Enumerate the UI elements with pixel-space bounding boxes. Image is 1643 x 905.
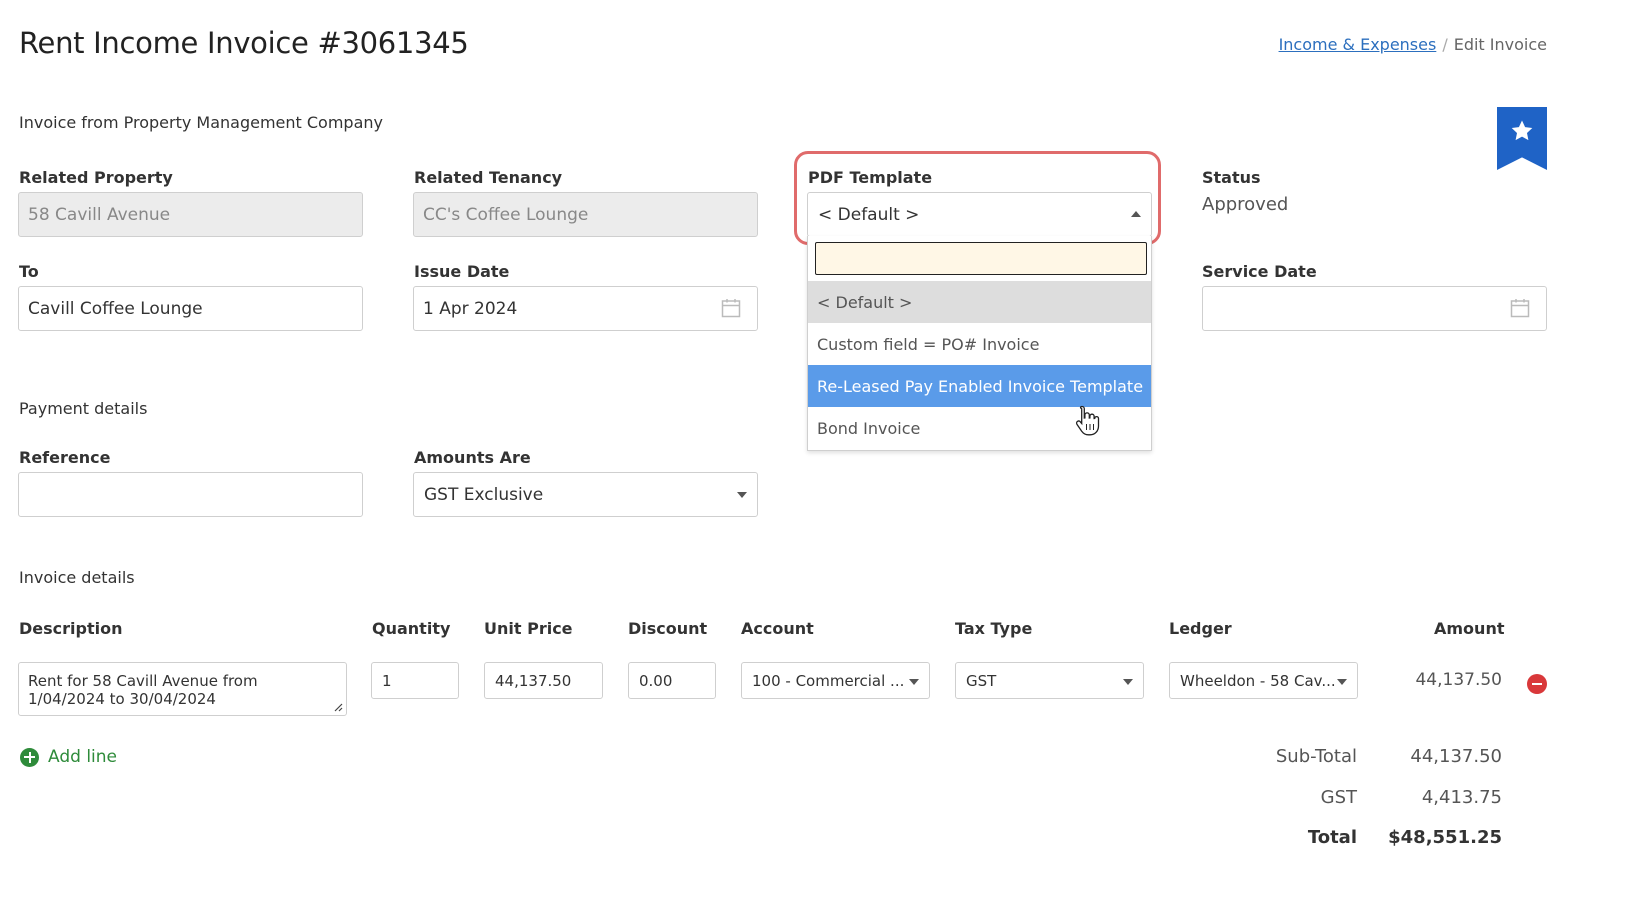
invoice-details-heading: Invoice details: [19, 568, 135, 587]
column-header-account: Account: [741, 619, 814, 638]
line-tax-type-select[interactable]: GST: [955, 662, 1144, 699]
payment-details-heading: Payment details: [19, 399, 148, 418]
pdf-template-search-input[interactable]: [815, 242, 1147, 275]
invoice-from-heading: Invoice from Property Management Company: [19, 113, 383, 132]
status-value: Approved: [1202, 194, 1289, 215]
add-line-label: Add line: [48, 747, 117, 767]
line-quantity-input[interactable]: 1: [371, 662, 459, 699]
issue-date-label: Issue Date: [414, 262, 510, 281]
line-tax-type-value: GST: [966, 671, 997, 690]
gst-value: 4,413.75: [1421, 787, 1502, 808]
hand-cursor-icon: [1075, 405, 1100, 436]
breadcrumb: Income & Expenses / Edit Invoice: [1279, 35, 1547, 54]
sub-total-label: Sub-Total: [1275, 746, 1357, 767]
breadcrumb-separator: /: [1442, 35, 1448, 54]
total-label: Total: [1307, 827, 1357, 848]
column-header-amount: Amount: [1434, 619, 1505, 638]
issue-date-field[interactable]: 1 Apr 2024: [413, 286, 758, 331]
total-value: $48,551.25: [1388, 827, 1502, 848]
related-tenancy-label: Related Tenancy: [414, 168, 563, 187]
sub-total-value: 44,137.50: [1410, 746, 1502, 767]
status-label: Status: [1202, 168, 1261, 187]
pdf-template-highlight: [794, 151, 1161, 245]
amounts-are-label: Amounts Are: [414, 448, 531, 467]
line-account-select[interactable]: 100 - Commercial ...: [741, 662, 930, 699]
pdf-template-option-custom-field[interactable]: Custom field = PO# Invoice: [808, 323, 1151, 365]
pdf-template-option-default[interactable]: < Default >: [808, 281, 1151, 323]
line-account-value: 100 - Commercial ...: [752, 671, 905, 690]
calendar-icon[interactable]: [721, 298, 741, 318]
remove-line-icon[interactable]: [1527, 674, 1547, 694]
line-description-textarea[interactable]: Rent for 58 Cavill Avenue from 1/04/2024…: [18, 662, 347, 716]
resize-handle-icon[interactable]: [333, 702, 343, 712]
chevron-down-icon: [1123, 679, 1133, 685]
amounts-are-value: GST Exclusive: [424, 484, 544, 505]
line-ledger-value: Wheeldon - 58 Cav...: [1180, 671, 1336, 690]
service-date-label: Service Date: [1202, 262, 1317, 281]
to-field[interactable]: Cavill Coffee Lounge: [18, 286, 363, 331]
breadcrumb-link-income-expenses[interactable]: Income & Expenses: [1279, 35, 1437, 54]
related-property-label: Related Property: [19, 168, 173, 187]
bookmark-button[interactable]: [1497, 107, 1547, 170]
pdf-template-option-re-leased-pay[interactable]: Re-Leased Pay Enabled Invoice Template: [808, 365, 1151, 407]
page-title: Rent Income Invoice #3061345: [19, 26, 469, 60]
issue-date-value: 1 Apr 2024: [423, 298, 518, 319]
reference-label: Reference: [19, 448, 111, 467]
line-description-text: Rent for 58 Cavill Avenue from 1/04/2024…: [28, 672, 258, 708]
chevron-down-icon: [1337, 679, 1347, 685]
amounts-are-select[interactable]: GST Exclusive: [413, 472, 758, 517]
plus-circle-icon: [20, 747, 39, 767]
line-ledger-select[interactable]: Wheeldon - 58 Cav...: [1169, 662, 1358, 699]
column-header-unit-price: Unit Price: [484, 619, 573, 638]
related-tenancy-field: CC's Coffee Lounge: [413, 192, 758, 237]
column-header-quantity: Quantity: [372, 619, 451, 638]
line-amount: 44,137.50: [1415, 670, 1502, 690]
calendar-icon[interactable]: [1510, 298, 1530, 318]
line-discount-input[interactable]: 0.00: [628, 662, 716, 699]
column-header-description: Description: [19, 619, 123, 638]
to-label: To: [19, 262, 39, 281]
column-header-ledger: Ledger: [1169, 619, 1232, 638]
column-header-tax-type: Tax Type: [955, 619, 1033, 638]
add-line-button[interactable]: Add line: [20, 747, 117, 767]
chevron-down-icon: [737, 492, 747, 498]
star-icon: [1511, 120, 1533, 141]
column-header-discount: Discount: [628, 619, 708, 638]
breadcrumb-current: Edit Invoice: [1453, 35, 1547, 54]
gst-label: GST: [1320, 787, 1357, 808]
related-property-field: 58 Cavill Avenue: [18, 192, 363, 237]
service-date-field[interactable]: [1202, 286, 1547, 331]
reference-input[interactable]: [18, 472, 363, 517]
line-unit-price-input[interactable]: 44,137.50: [484, 662, 603, 699]
chevron-down-icon: [909, 679, 919, 685]
